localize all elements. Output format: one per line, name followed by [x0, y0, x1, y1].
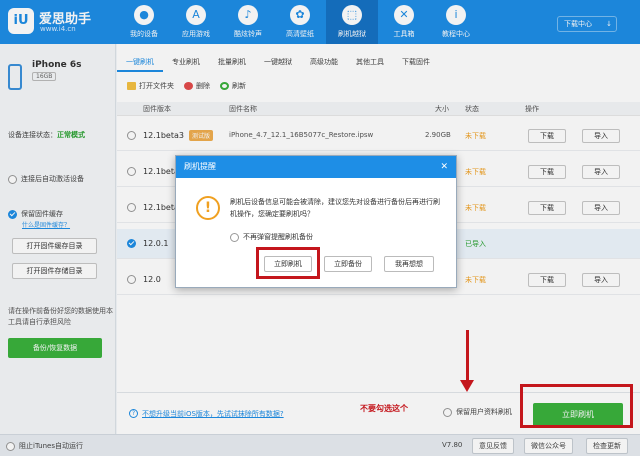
warning-icon: ! — [196, 196, 220, 220]
no-remind-checkbox[interactable] — [230, 232, 239, 242]
dialog-title: 刷机提醒 ✕ — [176, 156, 456, 178]
dialog-think-again-button[interactable]: 我再想想 — [384, 256, 434, 272]
dialog-backup-button[interactable]: 立即备份 — [324, 256, 372, 272]
annotation-arrow-head — [460, 380, 474, 392]
no-remind-option[interactable]: 不再弹窗提醒刷机备份 — [230, 232, 313, 242]
close-icon[interactable]: ✕ — [440, 156, 448, 178]
annotation-text: 不要勾选这个 — [360, 403, 408, 413]
dialog-message: 刷机后设备信息可能会被清除，建议您先对设备进行备份后再进行刷机操作，您确定要刷机… — [230, 198, 440, 218]
dialog-title-text: 刷机提醒 — [184, 162, 216, 171]
annotation-box-dialog-flash — [256, 247, 320, 279]
annotation-box-flash-now — [520, 384, 633, 428]
no-remind-label: 不再弹窗提醒刷机备份 — [243, 233, 313, 241]
annotation-arrow — [466, 330, 469, 382]
